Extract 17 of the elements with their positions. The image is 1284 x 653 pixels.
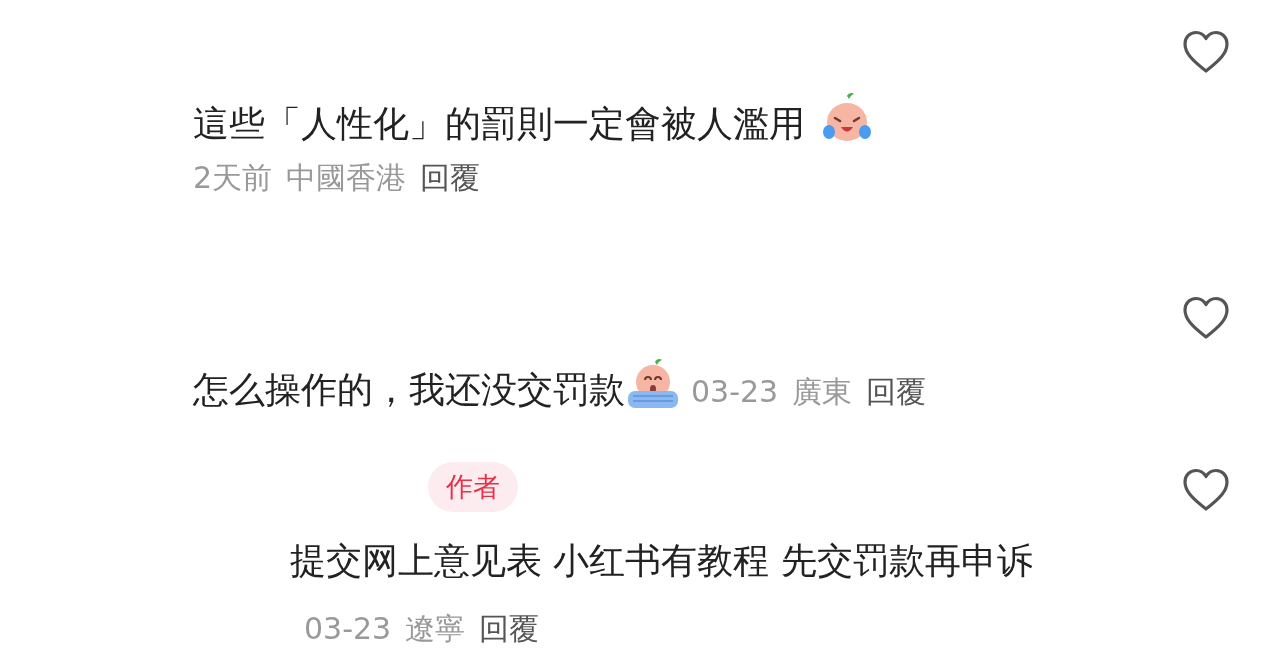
location-label: 遼寧	[405, 611, 466, 646]
time-label: 03-23	[304, 611, 392, 646]
time-label: 2天前	[193, 160, 273, 195]
heart-icon[interactable]	[1182, 30, 1230, 74]
reply-link[interactable]: 回覆	[866, 374, 927, 409]
location-label: 廣東	[792, 374, 853, 409]
reply-link[interactable]: 回覆	[420, 160, 481, 195]
location-label: 中國香港	[286, 160, 407, 195]
reply-link[interactable]: 回覆	[479, 611, 540, 646]
comment-text: 怎么操作的，我还没交罚款	[193, 369, 625, 410]
crying-emoji-icon	[625, 358, 681, 410]
author-badge: 作者	[428, 462, 518, 512]
heart-icon[interactable]	[1182, 468, 1230, 512]
comment-text: 提交网上意见表 小红书有教程 先交罚款再申诉	[290, 540, 1033, 581]
heart-icon[interactable]	[1182, 296, 1230, 340]
comment-text: 這些「人性化」的罰則一定會被人濫用	[193, 103, 805, 144]
time-label: 03-23	[691, 374, 779, 409]
